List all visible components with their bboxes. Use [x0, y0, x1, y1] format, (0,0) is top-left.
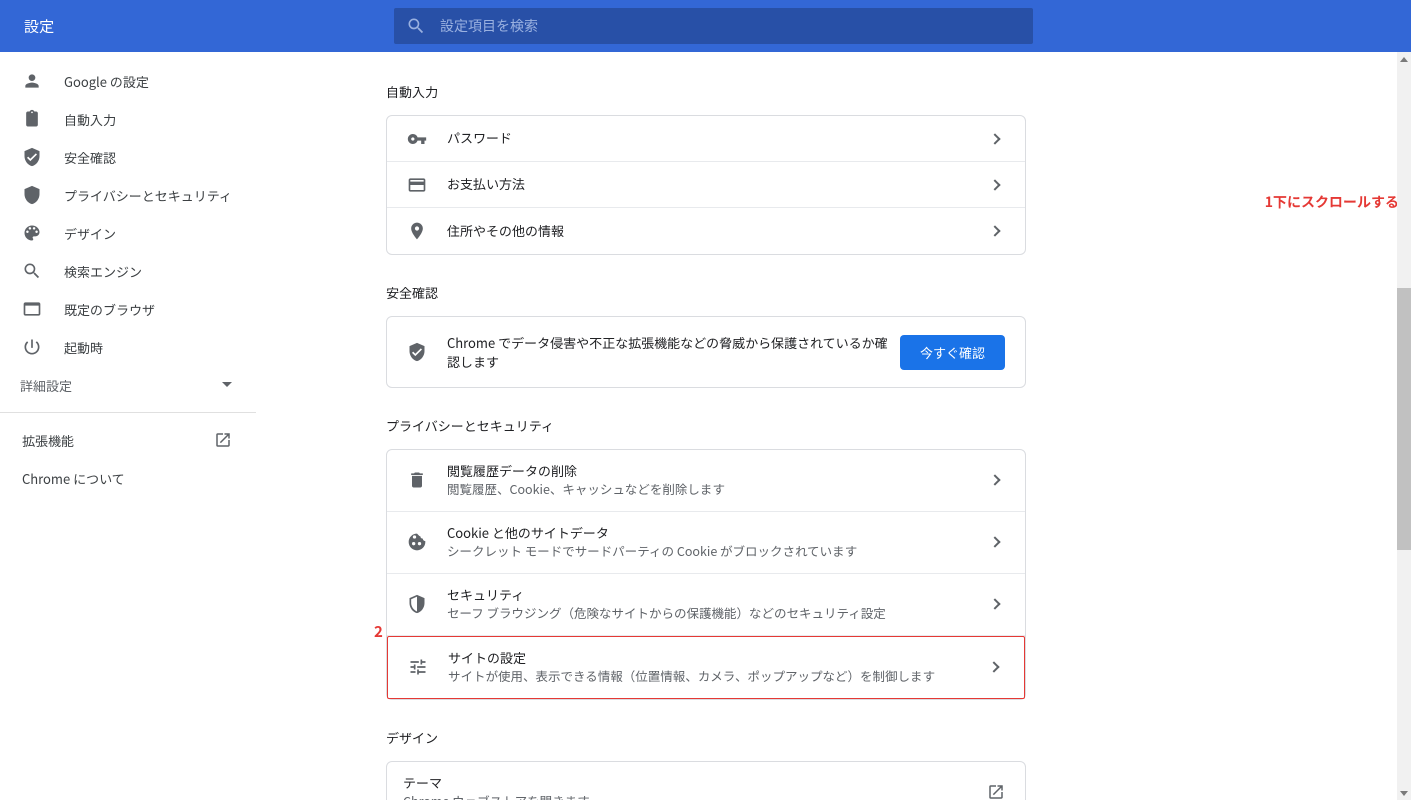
row-clear-data[interactable]: 閲覧履歴データの削除 閲覧履歴、Cookie、キャッシュなどを削除します	[387, 450, 1025, 512]
sidebar-advanced-label: 詳細設定	[20, 376, 72, 395]
sidebar-item-label: Google の設定	[64, 72, 149, 91]
search-icon	[22, 261, 42, 281]
chevron-down-icon	[222, 380, 232, 390]
row-title: セキュリティ	[447, 586, 991, 604]
row-sub: シークレット モードでサードパーティの Cookie がブロックされています	[447, 542, 991, 561]
chevron-right-icon	[988, 662, 999, 673]
sidebar-item-label: 自動入力	[64, 110, 116, 129]
sidebar-item-label: プライバシーとセキュリティ	[64, 186, 232, 205]
row-sub: Chrome ウェブストアを開きます	[403, 792, 987, 800]
sidebar-item-search-engine[interactable]: 検索エンジン	[0, 252, 256, 290]
row-sub: セーフ ブラウジング（危険なサイトからの保護機能）などのセキュリティ設定	[447, 604, 991, 623]
row-site-settings[interactable]: サイトの設定 サイトが使用、表示できる情報（位置情報、カメラ、ポップアップなど）…	[387, 636, 1025, 699]
row-title: サイトの設定	[448, 649, 990, 667]
chevron-right-icon	[989, 133, 1000, 144]
browser-icon	[22, 299, 42, 319]
annotation-1: 1下にスクロールする	[1265, 192, 1399, 212]
row-security[interactable]: セキュリティ セーフ ブラウジング（危険なサイトからの保護機能）などのセキュリテ…	[387, 574, 1025, 636]
trash-icon	[407, 470, 427, 490]
card-design: テーマ Chrome ウェブストアを開きます	[386, 761, 1026, 800]
search-container[interactable]	[394, 8, 1033, 44]
row-title: 住所やその他の情報	[447, 222, 991, 240]
row-title: パスワード	[447, 129, 991, 147]
row-cookies[interactable]: Cookie と他のサイトデータ シークレット モードでサードパーティの Coo…	[387, 512, 1025, 574]
scroll-up-button[interactable]	[1397, 52, 1411, 66]
search-icon	[406, 16, 426, 36]
row-title: Cookie と他のサイトデータ	[447, 524, 991, 542]
scrollbar[interactable]	[1397, 52, 1411, 800]
verified-icon	[22, 147, 42, 167]
safety-check-button[interactable]: 今すぐ確認	[900, 335, 1005, 370]
sidebar-item-label: 起動時	[64, 338, 103, 357]
sidebar-item-startup[interactable]: 起動時	[0, 328, 256, 366]
section-title-privacy: プライバシーとセキュリティ	[386, 416, 1026, 435]
row-title: 閲覧履歴データの削除	[447, 462, 991, 480]
header: 設定	[0, 0, 1411, 52]
section-title-design: デザイン	[386, 728, 1026, 747]
key-icon	[407, 129, 427, 149]
row-payment[interactable]: お支払い方法	[387, 162, 1025, 208]
sidebar-about[interactable]: Chrome について	[0, 459, 256, 497]
chevron-right-icon	[989, 537, 1000, 548]
sidebar-item-google[interactable]: Google の設定	[0, 62, 256, 100]
scroll-down-button[interactable]	[1397, 786, 1411, 800]
card-privacy: 閲覧履歴データの削除 閲覧履歴、Cookie、キャッシュなどを削除します Coo…	[386, 449, 1026, 700]
safety-text: Chrome でデータ侵害や不正な拡張機能などの脅威から保護されているか確認しま…	[447, 333, 900, 371]
chevron-right-icon	[989, 475, 1000, 486]
row-sub: サイトが使用、表示できる情報（位置情報、カメラ、ポップアップなど）を制御します	[448, 667, 990, 686]
sidebar-item-label: 既定のブラウザ	[64, 300, 155, 319]
chevron-right-icon	[989, 225, 1000, 236]
palette-icon	[22, 223, 42, 243]
divider	[0, 412, 256, 413]
sidebar-item-label: 検索エンジン	[64, 262, 142, 281]
main-content: 自動入力 パスワード お支払い方法 住所やその他の情報 安	[256, 52, 1411, 800]
sidebar-item-autofill[interactable]: 自動入力	[0, 100, 256, 138]
row-passwords[interactable]: パスワード	[387, 116, 1025, 162]
sidebar-advanced[interactable]: 詳細設定	[0, 366, 256, 404]
power-icon	[22, 337, 42, 357]
sidebar-item-privacy[interactable]: プライバシーとセキュリティ	[0, 176, 256, 214]
chevron-right-icon	[989, 599, 1000, 610]
sidebar-item-safety[interactable]: 安全確認	[0, 138, 256, 176]
row-title: テーマ	[403, 774, 987, 792]
sidebar-item-label: 安全確認	[64, 148, 116, 167]
sidebar-about-label: Chrome について	[22, 469, 125, 488]
assignment-icon	[22, 109, 42, 129]
sidebar-extensions[interactable]: 拡張機能	[0, 421, 256, 459]
search-input[interactable]	[440, 18, 1021, 34]
cookie-icon	[407, 532, 427, 552]
row-theme[interactable]: テーマ Chrome ウェブストアを開きます	[387, 762, 1025, 800]
open-in-new-icon	[214, 431, 232, 449]
tune-icon	[408, 657, 428, 677]
security-icon	[22, 185, 42, 205]
section-title-safety: 安全確認	[386, 283, 1026, 302]
verified-icon	[407, 342, 427, 362]
section-title-autofill: 自動入力	[386, 82, 1026, 101]
scroll-thumb[interactable]	[1397, 288, 1411, 550]
card-safety: Chrome でデータ侵害や不正な拡張機能などの脅威から保護されているか確認しま…	[386, 316, 1026, 388]
chevron-right-icon	[989, 179, 1000, 190]
annotation-2: 2	[374, 621, 383, 642]
open-in-new-icon	[987, 783, 1005, 800]
row-sub: 閲覧履歴、Cookie、キャッシュなどを削除します	[447, 480, 991, 499]
sidebar-item-design[interactable]: デザイン	[0, 214, 256, 252]
card-icon	[407, 175, 427, 195]
person-icon	[22, 71, 42, 91]
place-icon	[407, 221, 427, 241]
row-address[interactable]: 住所やその他の情報	[387, 208, 1025, 254]
sidebar-item-default-browser[interactable]: 既定のブラウザ	[0, 290, 256, 328]
sidebar-extensions-label: 拡張機能	[22, 431, 74, 450]
page-title: 設定	[24, 16, 54, 37]
card-autofill: パスワード お支払い方法 住所やその他の情報	[386, 115, 1026, 255]
shield-icon	[407, 594, 427, 614]
sidebar-item-label: デザイン	[64, 224, 116, 243]
row-title: お支払い方法	[447, 175, 991, 193]
sidebar: Google の設定 自動入力 安全確認 プライバシーとセキュリティ デザイン …	[0, 52, 256, 800]
